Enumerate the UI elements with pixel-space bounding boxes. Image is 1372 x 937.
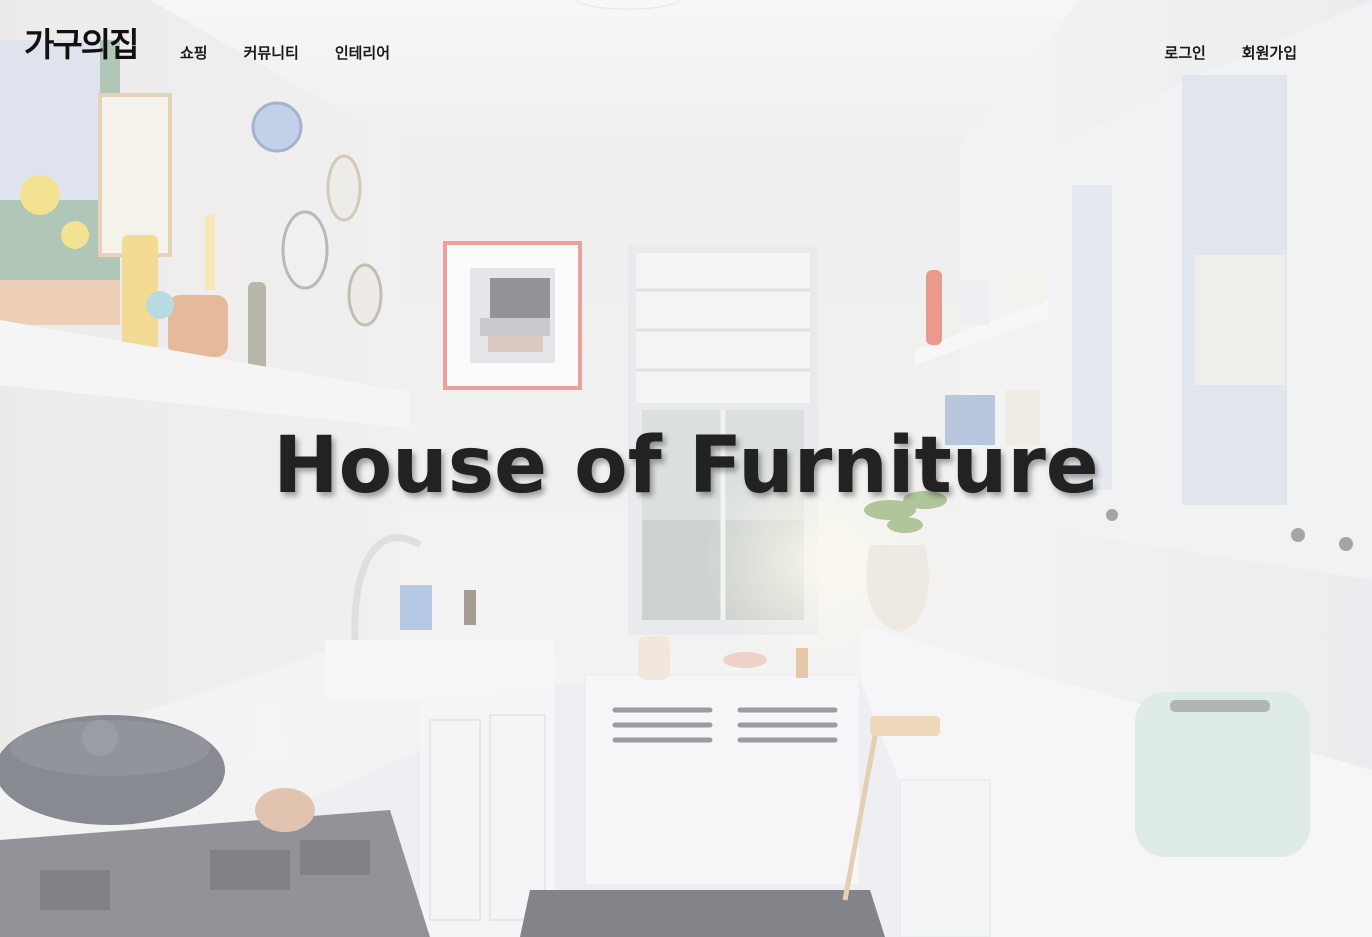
auth-links: 로그인 회원가입 xyxy=(1164,42,1297,64)
signup-link[interactable]: 회원가입 xyxy=(1242,42,1297,64)
main-nav: 쇼핑 커뮤니티 인테리어 xyxy=(180,42,390,64)
login-link[interactable]: 로그인 xyxy=(1164,42,1205,64)
nav-item-community[interactable]: 커뮤니티 xyxy=(244,42,299,64)
site-header: 가구의집 쇼핑 커뮤니티 인테리어 로그인 회원가입 xyxy=(0,0,1372,105)
nav-item-shopping[interactable]: 쇼핑 xyxy=(180,42,208,64)
nav-item-interior[interactable]: 인테리어 xyxy=(335,42,390,64)
hero-title: House of Furniture xyxy=(273,421,1099,511)
site-logo[interactable]: 가구의집 xyxy=(24,28,139,61)
